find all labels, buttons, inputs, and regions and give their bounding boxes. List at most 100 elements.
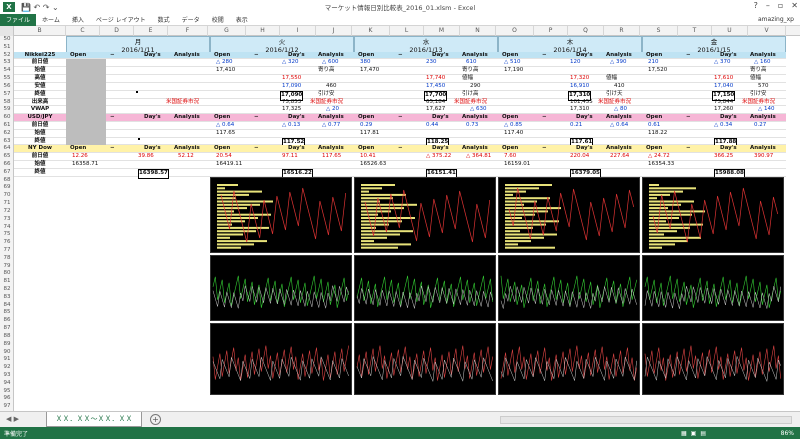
cell-value[interactable]: 引け高	[462, 91, 479, 99]
row-header[interactable]: 56	[0, 83, 14, 91]
col-open[interactable]: Open	[646, 52, 662, 60]
cell-value[interactable]: △ 510	[504, 59, 520, 67]
user-name[interactable]: amazing_xp	[758, 16, 794, 23]
zoom-level[interactable]: 86%	[781, 430, 794, 437]
cell-value[interactable]: 16354.33	[648, 161, 674, 169]
sheet-nav-icon[interactable]: ◀ ▶	[6, 415, 19, 423]
col-dash[interactable]: −	[542, 114, 547, 122]
col-dash[interactable]: −	[110, 114, 115, 122]
column-header[interactable]: O	[496, 26, 534, 36]
col-analysis[interactable]: Analysis	[318, 114, 344, 122]
cell-value[interactable]: △ 140	[758, 106, 774, 114]
cell-value[interactable]: 12.26	[72, 153, 88, 161]
cell-value[interactable]: 210	[648, 59, 659, 67]
row-header[interactable]: 92	[0, 364, 14, 372]
cell-value[interactable]: 寄り高	[462, 67, 479, 75]
col-days[interactable]: Day's	[288, 114, 305, 122]
tab-home[interactable]: ホーム	[36, 15, 66, 24]
row-header[interactable]: 82	[0, 286, 14, 294]
row-header[interactable]: 54	[0, 67, 14, 75]
col-open[interactable]: Open	[214, 114, 230, 122]
cell-value[interactable]: 引け天	[606, 91, 623, 99]
col-days[interactable]: Day's	[720, 52, 737, 60]
col-dash[interactable]: −	[398, 145, 403, 153]
col-days[interactable]: Day's	[432, 52, 449, 60]
row-header[interactable]: 84	[0, 302, 14, 310]
cell-value[interactable]: 20.54	[216, 153, 232, 161]
cell-value[interactable]: 7.60	[504, 153, 516, 161]
col-analysis[interactable]: Analysis	[606, 114, 632, 122]
cell-value[interactable]	[138, 137, 140, 140]
row-header[interactable]: 55	[0, 75, 14, 83]
add-sheet-icon[interactable]: +	[150, 414, 161, 425]
cell-value[interactable]: 220.04	[570, 153, 589, 161]
tab-formulas[interactable]: 数式	[152, 15, 176, 24]
row-header[interactable]: 87	[0, 325, 14, 333]
cell-value[interactable]: 120	[570, 59, 581, 67]
cell-value[interactable]: 17,470	[360, 67, 379, 75]
row-header[interactable]: 90	[0, 349, 14, 357]
col-days[interactable]: Day's	[432, 145, 449, 153]
col-open[interactable]: Open	[502, 52, 518, 60]
row-header[interactable]: 83	[0, 294, 14, 302]
col-open[interactable]: Open	[358, 114, 374, 122]
row-header[interactable]: 62	[0, 130, 14, 138]
tab-data[interactable]: データ	[176, 15, 206, 24]
cell-value[interactable]: △ 390	[610, 59, 626, 67]
cell-value[interactable]: 0.27	[754, 122, 766, 130]
cell-value[interactable]: 117.65	[216, 130, 235, 138]
cell-value[interactable]: 米国証券市況	[166, 99, 199, 107]
cell-value[interactable]: 17,410	[216, 67, 235, 75]
col-analysis[interactable]: Analysis	[750, 145, 776, 153]
row-header[interactable]: 74	[0, 224, 14, 232]
col-open[interactable]: Open	[214, 52, 230, 60]
column-header[interactable]: V	[748, 26, 786, 36]
cell-value[interactable]: 17,740	[426, 75, 445, 83]
cell-value[interactable]: △ 364.81	[466, 153, 491, 161]
cell-value[interactable]: 390.97	[754, 153, 773, 161]
cell-value[interactable]: 寄り高	[750, 67, 767, 75]
column-header[interactable]: B	[14, 26, 66, 36]
cell-value[interactable]: 290	[470, 83, 481, 91]
cell-value[interactable]: 10.41	[360, 153, 376, 161]
column-header[interactable]: E	[134, 26, 168, 36]
row-header[interactable]: 80	[0, 270, 14, 278]
cell-value[interactable]: 寄り高	[318, 67, 335, 75]
tab-review[interactable]: 校閲	[206, 15, 230, 24]
col-days[interactable]: Day's	[720, 114, 737, 122]
cell-value[interactable]: 75,853	[282, 99, 301, 107]
row-header[interactable]: 86	[0, 317, 14, 325]
col-open[interactable]: Open	[502, 145, 518, 153]
column-header[interactable]: L	[390, 26, 424, 36]
cell-value[interactable]: 75,844	[714, 99, 733, 107]
cell-value[interactable]: 117.40	[504, 130, 523, 138]
intraday-line-chart[interactable]	[498, 254, 640, 321]
cell-value[interactable]: △ 0.85	[504, 122, 522, 130]
cell-value[interactable]: 16398.57	[138, 168, 169, 179]
cell-value[interactable]: △ 0.77	[322, 122, 340, 130]
col-analysis[interactable]: Analysis	[174, 145, 200, 153]
col-open[interactable]: Open	[70, 145, 86, 153]
cell-value[interactable]: △ 0.13	[282, 122, 300, 130]
cell-value[interactable]: △ 0.64	[610, 122, 628, 130]
cell-value[interactable]: 米国証券市況	[310, 99, 343, 107]
cell-value[interactable]: 227.64	[610, 153, 629, 161]
row-header[interactable]: 69	[0, 184, 14, 192]
col-open[interactable]: Open	[646, 145, 662, 153]
cell-value[interactable]: 0.29	[360, 122, 372, 130]
row-header[interactable]: 72	[0, 208, 14, 216]
cell-value[interactable]: 16526.63	[360, 161, 386, 169]
cell-value[interactable]: 366.25	[714, 153, 733, 161]
minimize-icon[interactable]: –	[766, 1, 770, 10]
intraday-line-chart[interactable]	[642, 254, 784, 321]
column-header[interactable]: D	[100, 26, 134, 36]
col-days[interactable]: Day's	[576, 145, 593, 153]
col-dash[interactable]: −	[398, 52, 403, 60]
column-header[interactable]: R	[604, 26, 640, 36]
col-days[interactable]: Day's	[144, 114, 161, 122]
row-header[interactable]: 78	[0, 255, 14, 263]
window-controls[interactable]: ? – ▫ ✕	[754, 1, 798, 10]
row-header[interactable]: 57	[0, 91, 14, 99]
column-header[interactable]: M	[424, 26, 460, 36]
row-header[interactable]: 61	[0, 122, 14, 130]
